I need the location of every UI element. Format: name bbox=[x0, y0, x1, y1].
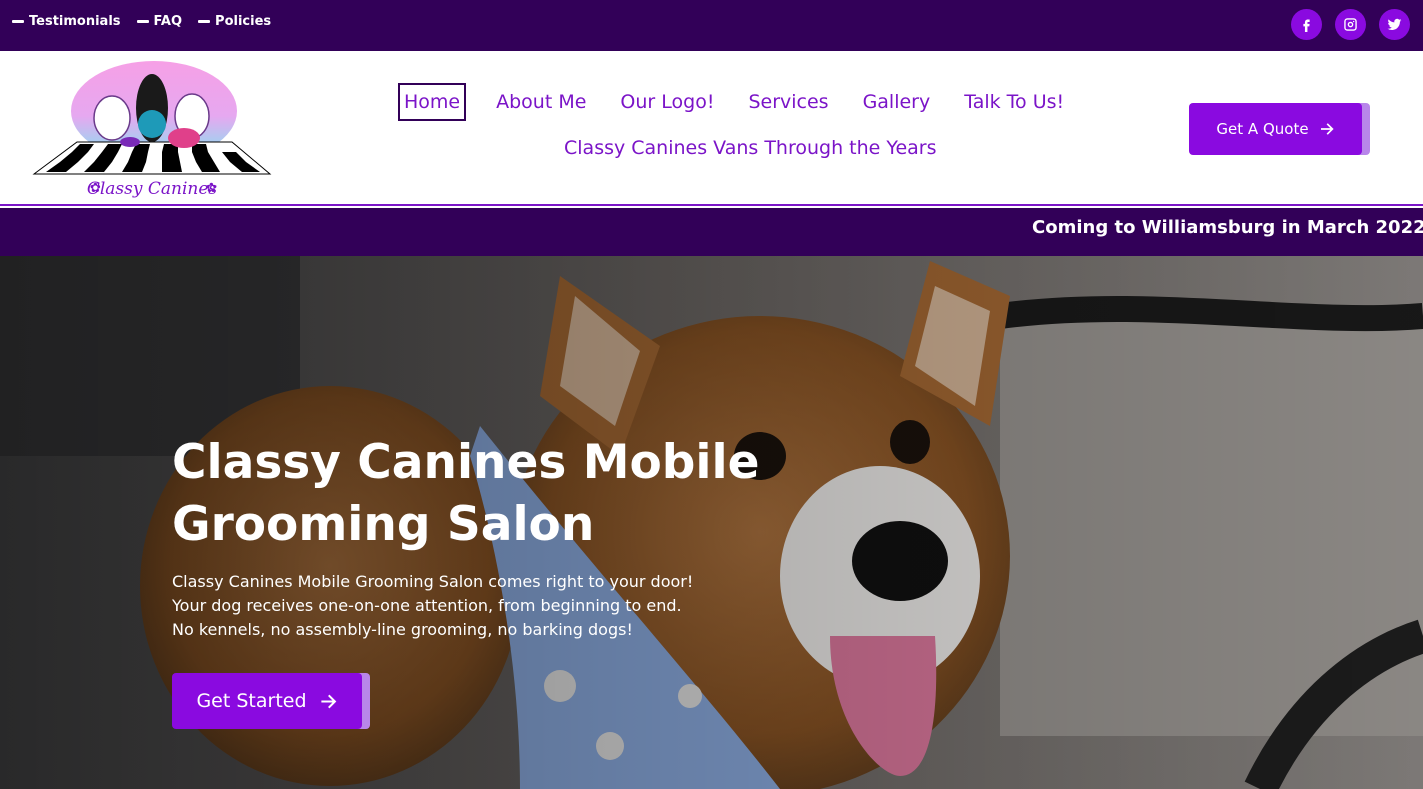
button-face: Get Started bbox=[172, 673, 362, 729]
get-started-label: Get Started bbox=[196, 690, 307, 712]
hero-text-line: Your dog receives one-on-one attention, … bbox=[172, 596, 682, 615]
top-link-testimonials[interactable]: Testimonials bbox=[12, 14, 121, 29]
top-link-label: Testimonials bbox=[29, 14, 121, 29]
top-links: Testimonials FAQ Policies bbox=[12, 14, 271, 29]
button-face: Get A Quote bbox=[1189, 103, 1362, 155]
dash-icon bbox=[136, 20, 149, 23]
get-a-quote-label: Get A Quote bbox=[1216, 120, 1309, 138]
nav-item-talk-to-us[interactable]: Talk To Us! bbox=[960, 85, 1068, 119]
instagram-icon[interactable] bbox=[1335, 9, 1366, 40]
hero-text-line: No kennels, no assembly-line grooming, n… bbox=[172, 620, 633, 639]
hero-description: Classy Canines Mobile Grooming Salon com… bbox=[172, 570, 732, 642]
nav-item-home[interactable]: Home bbox=[398, 83, 467, 121]
social-links bbox=[1291, 9, 1410, 40]
site-header: Classy Canines ✿ ✿ Home About Me Our Log… bbox=[0, 51, 1423, 206]
get-started-button[interactable]: Get Started bbox=[172, 673, 370, 729]
arrow-right-icon bbox=[320, 694, 336, 708]
twitter-icon[interactable] bbox=[1379, 9, 1410, 40]
nav-item-our-logo[interactable]: Our Logo! bbox=[616, 85, 718, 119]
nav-item-services[interactable]: Services bbox=[744, 85, 832, 119]
top-bar: Testimonials FAQ Policies bbox=[0, 0, 1423, 51]
svg-text:✿: ✿ bbox=[206, 181, 217, 196]
facebook-icon[interactable] bbox=[1291, 9, 1322, 40]
arrow-right-icon bbox=[1320, 123, 1334, 135]
nav-row: Classy Canines Vans Through the Years bbox=[398, 131, 1098, 165]
dash-icon bbox=[198, 20, 211, 23]
hero-section: Classy Canines Mobile Grooming Salon Cla… bbox=[0, 256, 1423, 789]
get-a-quote-button[interactable]: Get A Quote bbox=[1189, 103, 1370, 155]
svg-text:✿: ✿ bbox=[90, 181, 101, 196]
nav-item-gallery[interactable]: Gallery bbox=[859, 85, 935, 119]
nav-item-about-me[interactable]: About Me bbox=[492, 85, 590, 119]
dash-icon bbox=[12, 20, 24, 23]
top-link-label: Policies bbox=[215, 14, 272, 29]
logo-text: Classy Canines bbox=[87, 179, 218, 199]
hero-title: Classy Canines Mobile Grooming Salon bbox=[172, 432, 792, 556]
ticker-text: Coming to Williamsburg in March 2022! Co… bbox=[1032, 217, 1423, 238]
nav-item-vans[interactable]: Classy Canines Vans Through the Years bbox=[560, 131, 941, 165]
announcement-ticker: Coming to Williamsburg in March 2022! Co… bbox=[0, 208, 1423, 256]
top-link-label: FAQ bbox=[153, 14, 183, 29]
top-link-faq[interactable]: FAQ bbox=[136, 14, 183, 29]
site-logo[interactable]: Classy Canines ✿ ✿ bbox=[32, 56, 272, 203]
hero-title-line: Grooming Salon bbox=[172, 497, 595, 552]
main-nav: Home About Me Our Logo! Services Gallery… bbox=[398, 83, 1098, 165]
nav-row: Home About Me Our Logo! Services Gallery… bbox=[398, 83, 1098, 121]
top-link-policies[interactable]: Policies bbox=[198, 14, 271, 29]
hero-title-line: Classy Canines Mobile bbox=[172, 435, 760, 490]
hero-text-line: Classy Canines Mobile Grooming Salon com… bbox=[172, 572, 694, 591]
